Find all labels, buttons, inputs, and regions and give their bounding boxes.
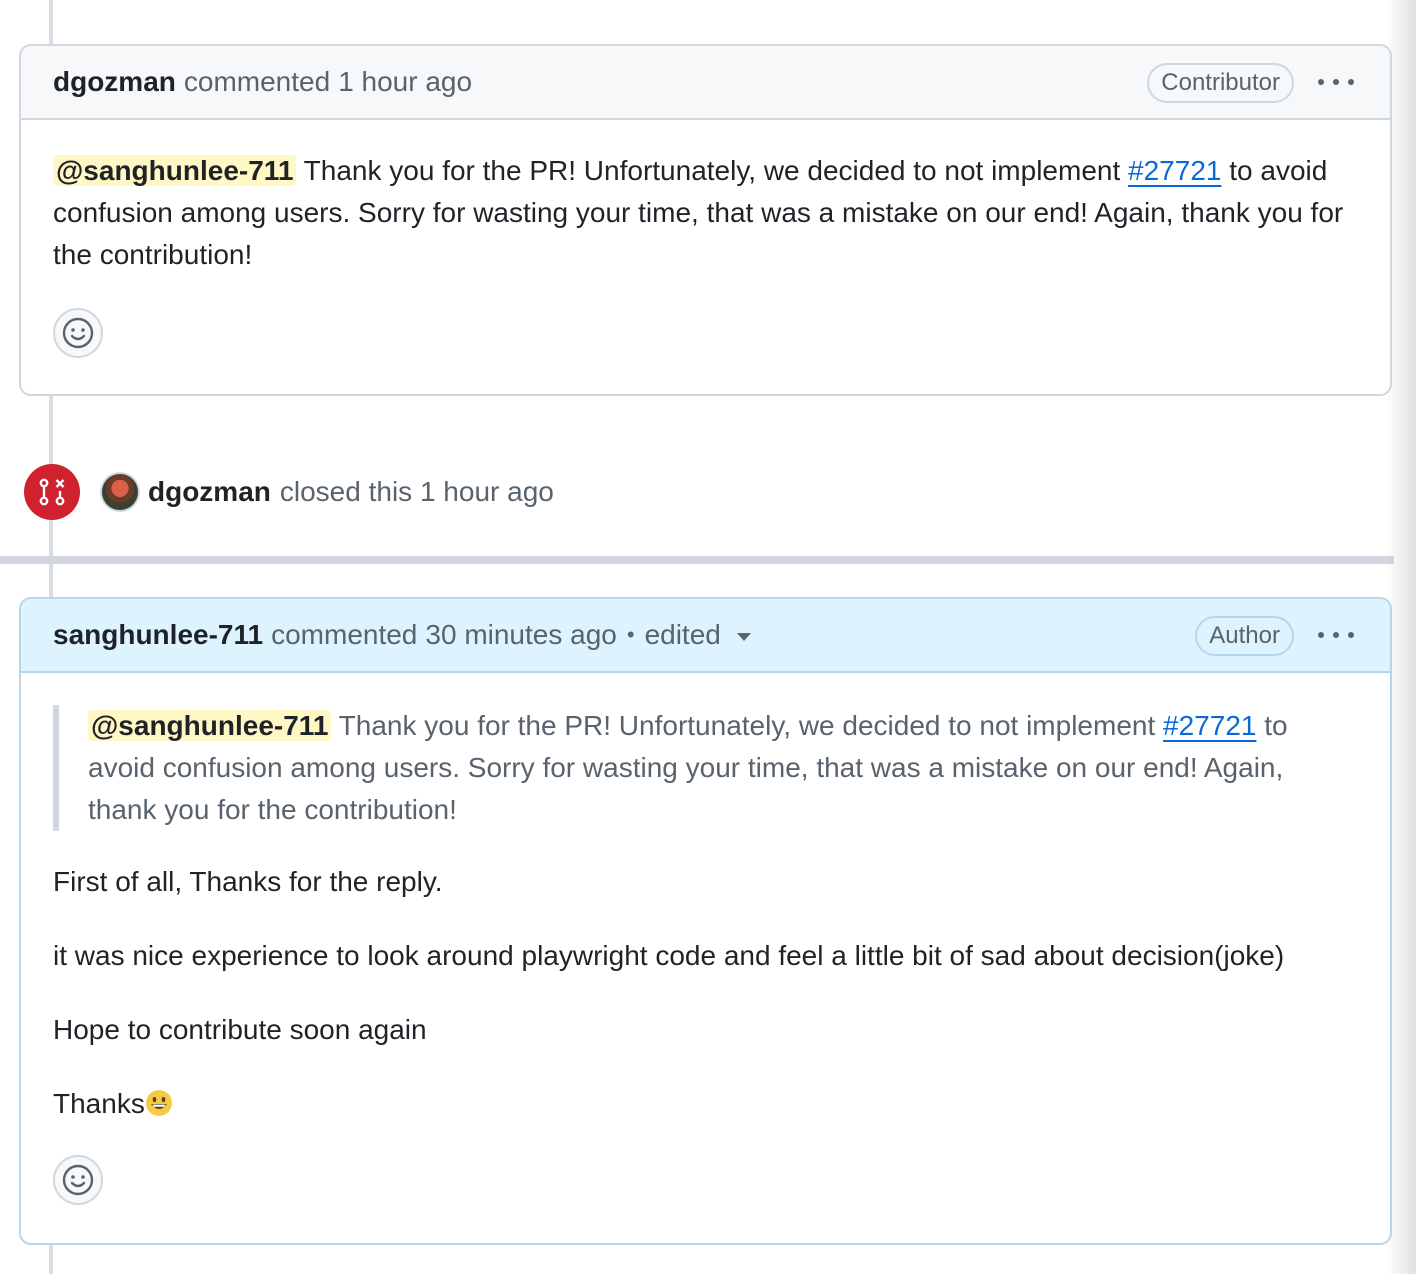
more-options-icon[interactable] (1318, 72, 1354, 92)
timeline-divider (0, 556, 1394, 564)
comment-author[interactable]: sanghunlee-711 (53, 619, 263, 651)
comment-header: dgozman commented 1 hour ago Contributor (21, 46, 1390, 120)
event-actor[interactable]: dgozman (148, 476, 271, 508)
chevron-down-icon[interactable] (736, 633, 751, 641)
timeline-line (49, 0, 53, 46)
quote-text-part: Thank you for the PR! Unfortunately, we … (331, 710, 1164, 741)
comment-action: commented (271, 619, 418, 650)
issue-link[interactable]: #27721 (1163, 710, 1256, 741)
smiley-icon (62, 1164, 94, 1196)
comment-paragraph: First of all, Thanks for the reply. (53, 866, 443, 897)
grinning-face-icon (145, 1090, 172, 1116)
closed-event: dgozman closed this 1 hour ago (24, 464, 554, 520)
closing-text: Thanks (53, 1088, 145, 1119)
more-options-icon[interactable] (1318, 625, 1354, 645)
issue-link[interactable]: #27721 (1128, 155, 1221, 186)
comment-body: @sanghunlee-711 Thank you for the PR! Un… (21, 120, 1390, 358)
timeline-line (49, 564, 53, 598)
user-mention[interactable]: @sanghunlee-711 (53, 155, 297, 186)
comment-timestamp[interactable]: 30 minutes ago (425, 619, 616, 651)
event-text: closed this 1 hour ago (279, 476, 554, 507)
comment-action: commented (183, 66, 331, 97)
comment-header: sanghunlee-711 commented 30 minutes ago … (21, 599, 1390, 673)
comment-author[interactable]: dgozman (53, 66, 176, 98)
comment-text-part: Thank you for the PR! Unfortunately, we … (296, 155, 1129, 186)
quoted-reply: @sanghunlee-711 Thank you for the PR! Un… (53, 705, 1358, 831)
separator-dot: • (626, 622, 635, 647)
smiley-icon (62, 317, 94, 349)
comment-timestamp[interactable]: 1 hour ago (338, 66, 472, 98)
user-mention[interactable]: @sanghunlee-711 (88, 710, 332, 741)
avatar[interactable] (100, 472, 140, 512)
edited-dropdown[interactable]: edited (645, 619, 721, 651)
author-badge: Author (1195, 616, 1294, 656)
add-reaction-button[interactable] (53, 308, 103, 358)
comment-paragraph: Hope to contribute soon again (53, 1014, 427, 1045)
comment-dgozman: dgozman commented 1 hour ago Contributor… (19, 44, 1392, 396)
comment-text: @sanghunlee-711 Thank you for the PR! Un… (53, 150, 1358, 276)
comment-body: @sanghunlee-711 Thank you for the PR! Un… (21, 673, 1390, 1205)
contributor-badge: Contributor (1147, 63, 1294, 103)
timeline-line (49, 1244, 53, 1274)
comment-sanghunlee: sanghunlee-711 commented 30 minutes ago … (19, 597, 1392, 1245)
comment-paragraph: it was nice experience to look around pl… (53, 940, 1285, 971)
git-pull-request-closed-icon (24, 464, 80, 520)
comment-closing: Thanks (53, 1083, 1358, 1125)
pr-timeline: dgozman commented 1 hour ago Contributor… (0, 0, 1416, 1274)
add-reaction-button[interactable] (53, 1155, 103, 1205)
